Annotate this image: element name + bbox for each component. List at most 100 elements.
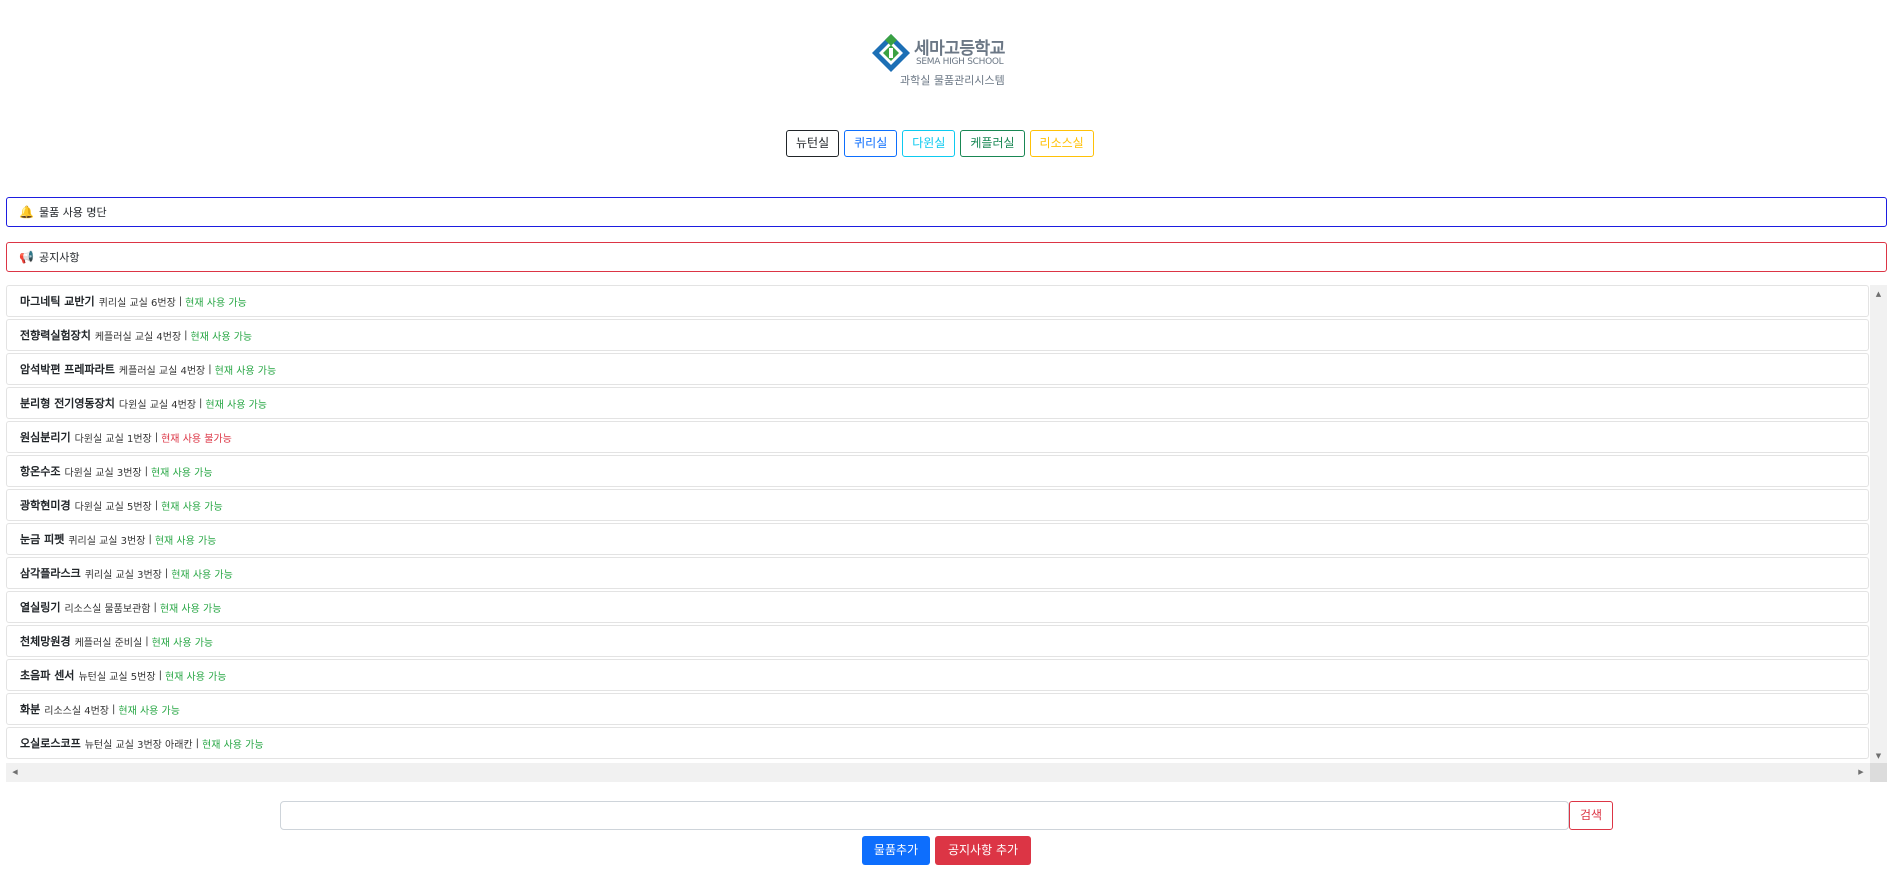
scroll-left-arrow-icon[interactable]: ◀ xyxy=(8,763,22,782)
notice-bar[interactable]: 📢 공지사항 xyxy=(6,242,1887,272)
item-name: 오실로스코프 xyxy=(20,737,81,750)
item-separator: | xyxy=(208,363,212,375)
megaphone-icon: 📢 xyxy=(19,250,34,264)
item-list-container: 마그네틱 교반기 퀴리실 교실 6번장 | 현재 사용 가능 전향력실험장치 케플러실 교… xyxy=(6,285,1887,782)
scroll-right-arrow-icon[interactable]: ▶ xyxy=(1854,763,1868,782)
add-notice-button[interactable]: 공지사항 추가 xyxy=(935,836,1031,865)
item-name: 항온수조 xyxy=(20,465,61,478)
item-status: 현재 사용 가능 xyxy=(164,671,227,683)
item-name: 광학현미경 xyxy=(20,499,71,512)
list-item[interactable]: 초음파 센서 뉴턴실 교실 5번장 | 현재 사용 가능 xyxy=(6,659,1869,691)
item-location: 다윈실 교실 4번장 xyxy=(118,399,197,411)
list-item[interactable]: 전향력실험장치 케플러실 교실 4번장 | 현재 사용 가능 xyxy=(6,319,1869,351)
usage-list-label: 물품 사용 명단 xyxy=(38,206,107,219)
list-item[interactable]: 항온수조 다윈실 교실 3번장 | 현재 사용 가능 xyxy=(6,455,1869,487)
item-name: 마그네틱 교반기 xyxy=(20,295,95,308)
tab-newton-room[interactable]: 뉴턴실 xyxy=(786,130,840,157)
item-location: 케플러실 교실 4번장 xyxy=(118,365,206,377)
notice-label: 공지사항 xyxy=(38,251,80,264)
list-item[interactable]: 화분 리소스실 4번장 | 현재 사용 가능 xyxy=(6,693,1869,725)
list-item[interactable]: 열실링기 리소스실 물품보관함 | 현재 사용 가능 xyxy=(6,591,1869,623)
item-location: 리소스실 물품보관함 xyxy=(64,603,151,615)
item-name: 눈금 피펫 xyxy=(20,533,65,546)
item-separator: | xyxy=(112,703,116,715)
item-name: 원심분리기 xyxy=(20,431,71,444)
item-status: 현재 사용 가능 xyxy=(205,399,267,411)
list-item[interactable]: 마그네틱 교반기 퀴리실 교실 6번장 | 현재 사용 가능 xyxy=(6,285,1869,317)
item-list: 마그네틱 교반기 퀴리실 교실 6번장 | 현재 사용 가능 전향력실험장치 케플러실 교… xyxy=(6,285,1869,763)
school-name: 세마고등학교 xyxy=(914,39,1005,59)
item-separator: | xyxy=(145,635,149,647)
item-separator: | xyxy=(158,669,162,681)
item-name: 전향력실험장치 xyxy=(20,329,91,342)
vertical-scrollbar[interactable]: ▲ ▼ xyxy=(1870,285,1887,763)
item-status: 현재 사용 가능 xyxy=(185,297,247,309)
item-status: 현재 사용 가능 xyxy=(171,569,233,581)
item-status: 현재 사용 가능 xyxy=(214,365,277,377)
list-item[interactable]: 삼각플라스크 퀴리실 교실 3번장 | 현재 사용 가능 xyxy=(6,557,1869,589)
item-status: 현재 사용 불가능 xyxy=(161,433,232,445)
search-input[interactable] xyxy=(280,801,1569,830)
item-location: 다윈실 교실 5번장 xyxy=(74,501,152,513)
bell-icon: 🔔 xyxy=(19,205,34,219)
item-location: 퀴리실 교실 3번장 xyxy=(84,569,162,581)
list-item[interactable]: 눈금 피펫 퀴리실 교실 3번장 | 현재 사용 가능 xyxy=(6,523,1869,555)
room-tabs: 뉴턴실 퀴리실 다윈실 케플러실 리소스실 xyxy=(786,130,1094,157)
list-item[interactable]: 광학현미경 다윈실 교실 5번장 | 현재 사용 가능 xyxy=(6,489,1869,521)
item-status: 현재 사용 가능 xyxy=(150,467,213,479)
item-separator: | xyxy=(153,601,157,613)
scroll-down-arrow-icon[interactable]: ▼ xyxy=(1870,749,1887,763)
item-status: 현재 사용 가능 xyxy=(202,739,264,751)
item-location: 케플러실 교실 4번장 xyxy=(94,331,182,343)
item-status: 현재 사용 가능 xyxy=(154,535,217,547)
usage-list-bar[interactable]: 🔔 물품 사용 명단 xyxy=(6,197,1887,227)
item-name: 화분 xyxy=(20,703,41,716)
tab-resource-room[interactable]: 리소스실 xyxy=(1029,130,1094,157)
school-logo: 세마고등학교 SEMA HIGH SCHOOL 과학실 물품관리시스템 xyxy=(870,32,1010,88)
item-location: 리소스실 4번장 xyxy=(44,705,109,717)
item-separator: | xyxy=(148,533,152,545)
tab-curie-room[interactable]: 퀴리실 xyxy=(844,130,898,157)
search-button[interactable]: 검색 xyxy=(1569,801,1613,830)
item-name: 천체망원경 xyxy=(20,635,71,648)
item-separator: | xyxy=(178,295,183,307)
item-separator: | xyxy=(195,737,200,749)
list-item[interactable]: 오실로스코프 뉴턴실 교실 3번장 아래칸 | 현재 사용 가능 xyxy=(6,727,1869,759)
list-item[interactable]: 천체망원경 케플러실 준비실 | 현재 사용 가능 xyxy=(6,625,1869,657)
item-separator: | xyxy=(144,465,148,477)
item-location: 다윈실 교실 3번장 xyxy=(64,467,142,479)
item-name: 암석박편 프레파라트 xyxy=(20,363,115,376)
item-status: 현재 사용 가능 xyxy=(161,501,223,513)
item-name: 열실링기 xyxy=(20,601,61,614)
scrollbar-corner xyxy=(1870,763,1887,782)
tab-kepler-room[interactable]: 케플러실 xyxy=(960,130,1025,157)
item-location: 뉴턴실 교실 5번장 xyxy=(78,671,156,683)
item-separator: | xyxy=(154,431,159,443)
list-item[interactable]: 원심분리기 다윈실 교실 1번장 | 현재 사용 불가능 xyxy=(6,421,1869,453)
list-item[interactable]: 암석박편 프레파라트 케플러실 교실 4번장 | 현재 사용 가능 xyxy=(6,353,1869,385)
item-location: 퀴리실 교실 3번장 xyxy=(68,535,146,547)
item-status: 현재 사용 가능 xyxy=(118,705,180,717)
item-status: 현재 사용 가능 xyxy=(151,637,214,649)
scroll-up-arrow-icon[interactable]: ▲ xyxy=(1870,287,1887,301)
item-name: 초음파 센서 xyxy=(20,669,75,682)
item-separator: | xyxy=(164,567,169,579)
item-status: 현재 사용 가능 xyxy=(159,603,222,615)
item-name: 분리형 전기영동장치 xyxy=(20,397,115,410)
item-location: 케플러실 준비실 xyxy=(74,637,143,649)
school-emblem-icon xyxy=(872,34,910,72)
school-name-english: SEMA HIGH SCHOOL xyxy=(916,57,1004,67)
item-location: 뉴턴실 교실 3번장 아래칸 xyxy=(84,739,193,751)
item-separator: | xyxy=(184,329,188,341)
system-name: 과학실 물품관리시스템 xyxy=(900,74,1005,87)
item-separator: | xyxy=(154,499,159,511)
item-location: 다윈실 교실 1번장 xyxy=(74,433,152,445)
item-location: 퀴리실 교실 6번장 xyxy=(98,297,176,309)
item-name: 삼각플라스크 xyxy=(20,567,81,580)
item-status: 현재 사용 가능 xyxy=(190,331,253,343)
add-item-button[interactable]: 물품추가 xyxy=(862,836,930,865)
item-separator: | xyxy=(199,397,203,409)
list-item[interactable]: 분리형 전기영동장치 다윈실 교실 4번장 | 현재 사용 가능 xyxy=(6,387,1869,419)
tab-darwin-room[interactable]: 다윈실 xyxy=(902,130,956,157)
horizontal-scrollbar[interactable]: ◀ ▶ xyxy=(6,763,1887,782)
